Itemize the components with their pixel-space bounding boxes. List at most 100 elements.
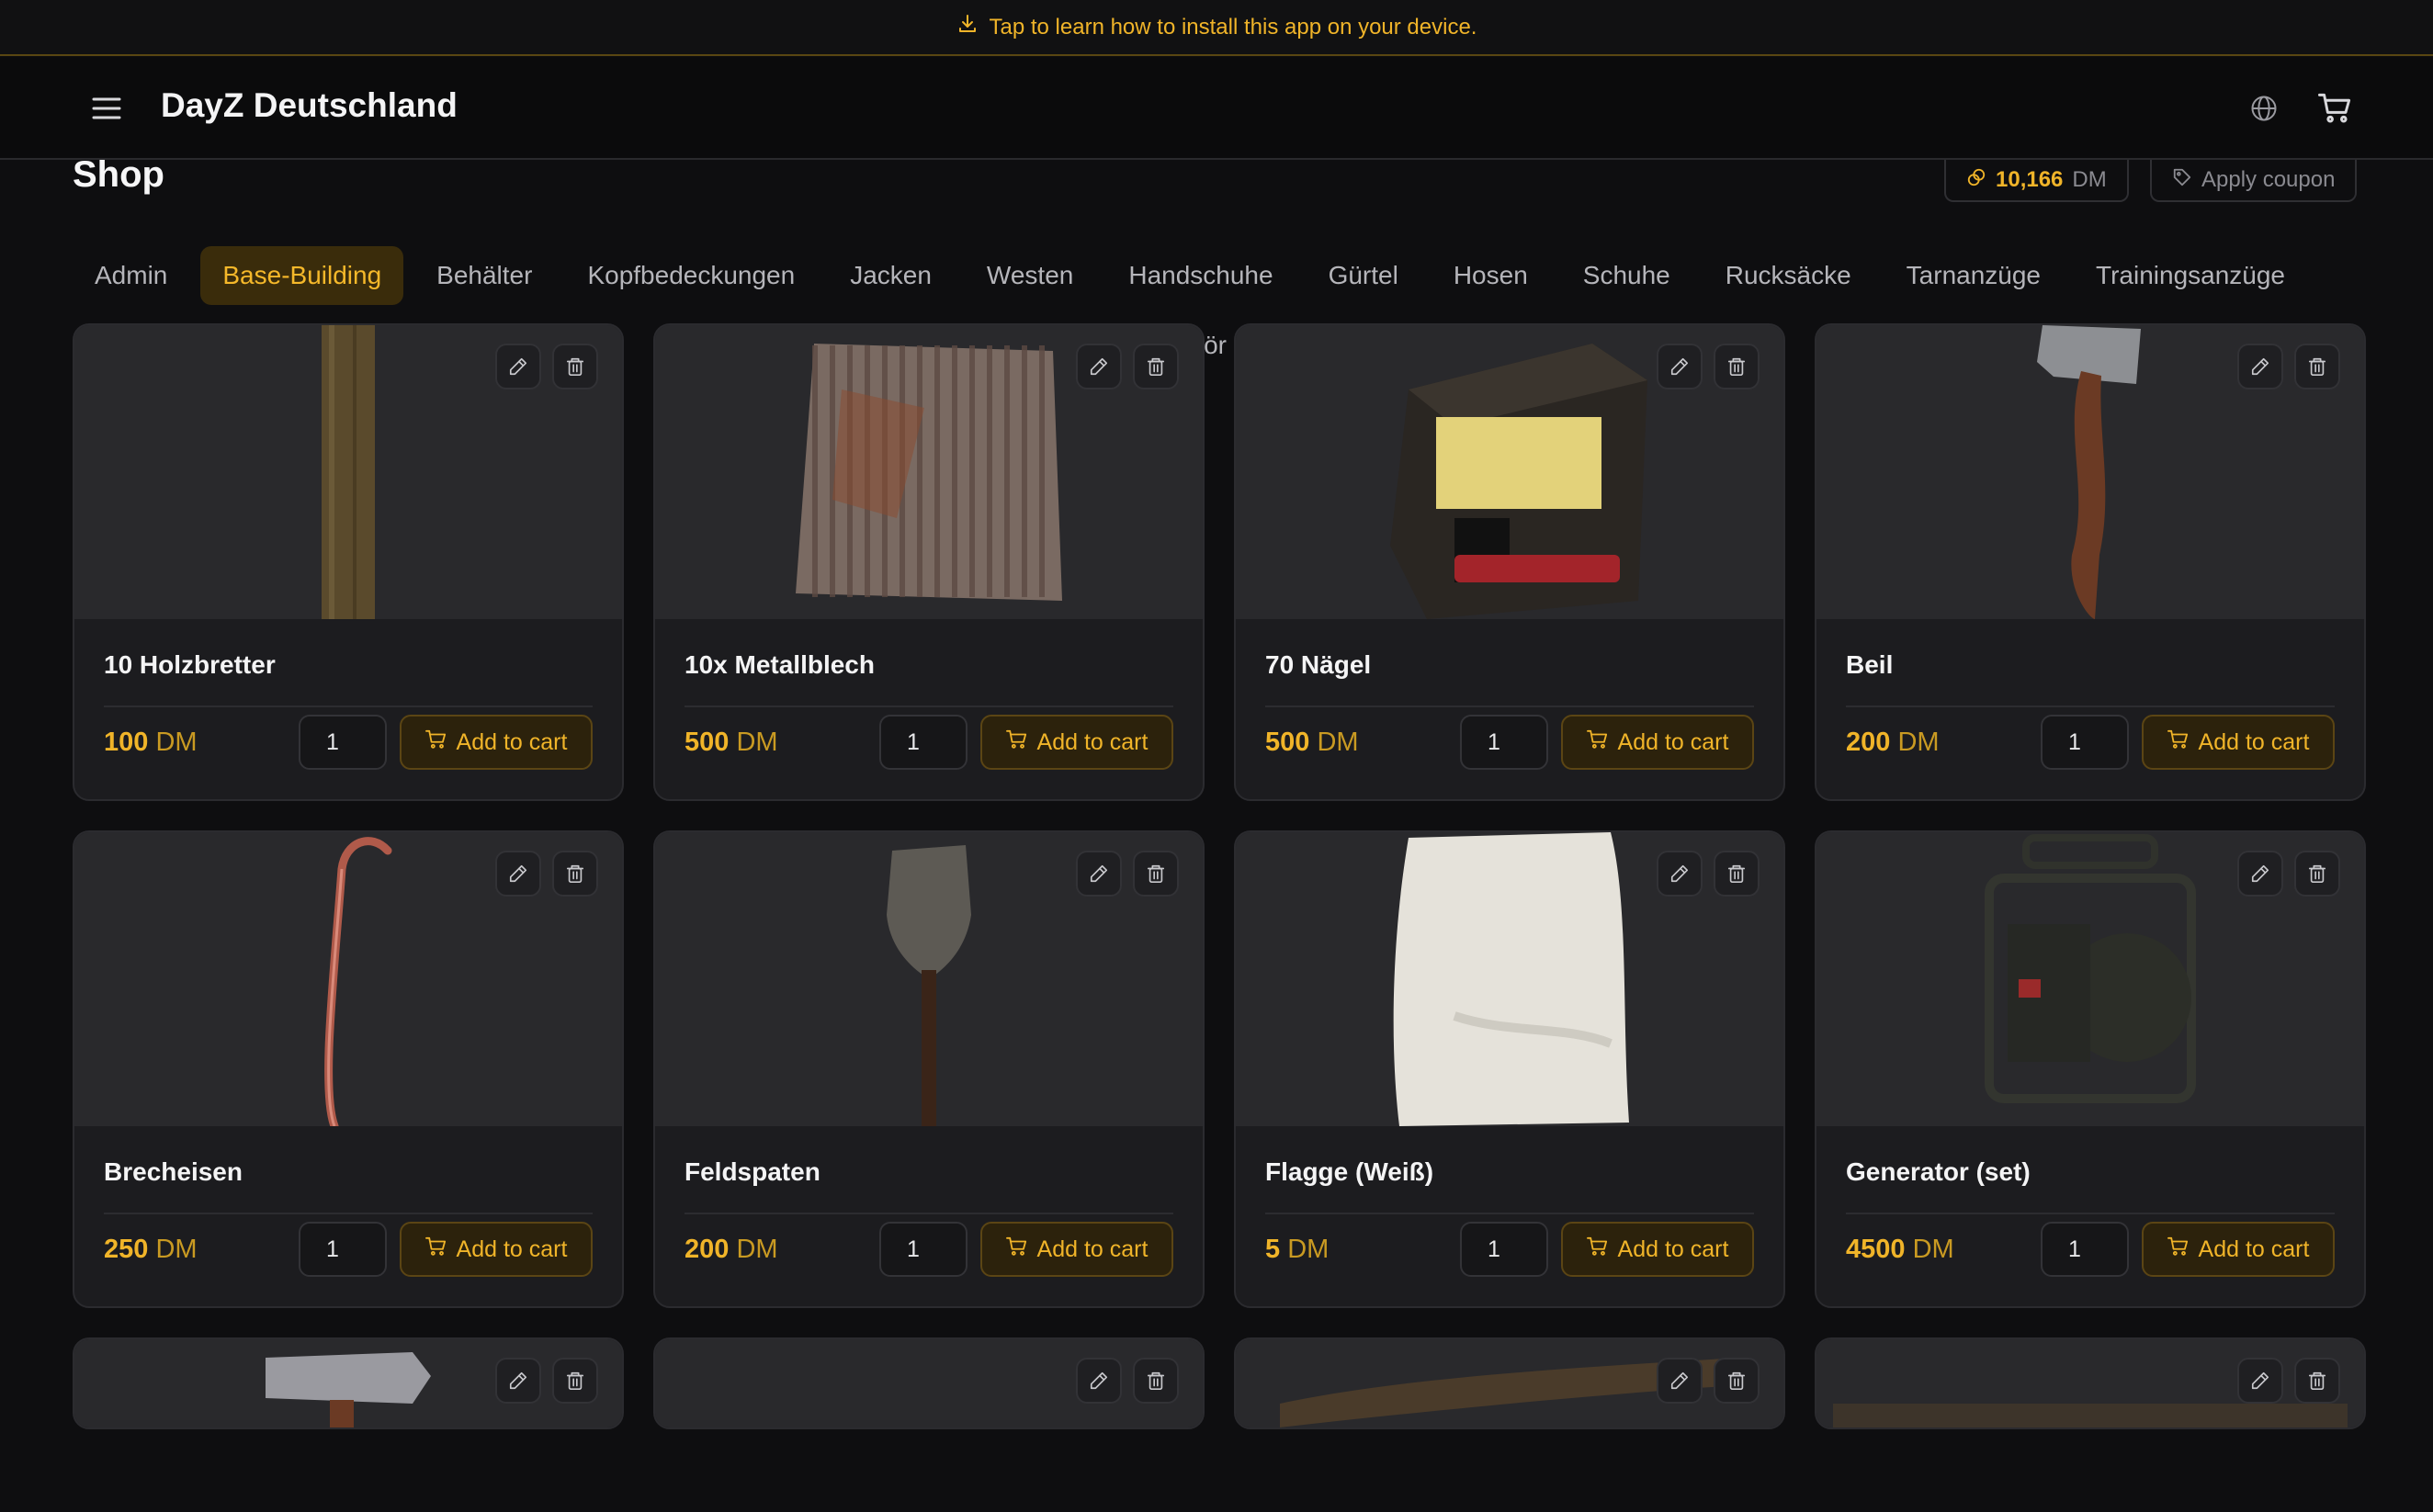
edit-icon[interactable] (1076, 1358, 1122, 1404)
add-to-cart-button[interactable]: Add to cart (2142, 715, 2335, 770)
card-actions (495, 851, 598, 897)
delete-icon[interactable] (1714, 1358, 1760, 1404)
price-currency: DM (736, 1235, 778, 1264)
add-to-cart-label: Add to cart (1617, 728, 1729, 755)
quantity-input[interactable] (1460, 1222, 1548, 1277)
edit-icon[interactable] (2237, 344, 2283, 389)
add-to-cart-label: Add to cart (1036, 728, 1149, 755)
price-currency: DM (736, 728, 778, 757)
card-divider (104, 1213, 593, 1214)
edit-icon[interactable] (1076, 344, 1122, 389)
product-name: 10x Metallblech (685, 650, 875, 679)
brand-title[interactable]: DayZ Deutschland (161, 86, 458, 125)
price-currency: DM (155, 1235, 198, 1264)
product-card (1815, 1337, 2366, 1429)
add-to-cart-button[interactable]: Add to cart (1561, 1222, 1754, 1277)
delete-icon[interactable] (1133, 344, 1179, 389)
delete-icon[interactable] (2294, 1358, 2340, 1404)
cart-icon (424, 1236, 447, 1263)
card-actions (1657, 1358, 1760, 1404)
edit-icon[interactable] (1076, 851, 1122, 897)
edit-icon[interactable] (2237, 851, 2283, 897)
download-icon (956, 13, 979, 41)
add-to-cart-label: Add to cart (2198, 1236, 2310, 1262)
add-to-cart-label: Add to cart (2198, 728, 2310, 755)
tab-kopfbedeckungen[interactable]: Kopfbedeckungen (565, 246, 817, 305)
product-card: Feldspaten 200 DM Add to cart (653, 830, 1205, 1308)
main-content: Shop 10,166 DM Apply coupon Admin Base-Bu… (0, 154, 2433, 1512)
price-value: 5 (1265, 1235, 1281, 1264)
delete-icon[interactable] (1133, 851, 1179, 897)
product-price: 500 DM (685, 728, 778, 758)
add-to-cart-button[interactable]: Add to cart (1561, 715, 1754, 770)
balance-badge[interactable]: 10,166 DM (1944, 160, 2129, 202)
edit-icon[interactable] (1657, 1358, 1703, 1404)
quantity-input[interactable] (2041, 1222, 2129, 1277)
cart-icon (1005, 1236, 1028, 1263)
cart-icon (2167, 729, 2190, 756)
card-divider (1846, 1213, 2335, 1214)
delete-icon[interactable] (552, 851, 598, 897)
apply-coupon-button[interactable]: Apply coupon (2150, 160, 2358, 202)
add-to-cart-button[interactable]: Add to cart (400, 715, 593, 770)
delete-icon[interactable] (2294, 344, 2340, 389)
tab-westen[interactable]: Westen (965, 246, 1095, 305)
card-divider (685, 705, 1173, 707)
price-value: 200 (1846, 728, 1891, 757)
product-price: 200 DM (685, 1235, 778, 1265)
quantity-input[interactable] (2041, 715, 2129, 770)
delete-icon[interactable] (2294, 851, 2340, 897)
add-to-cart-label: Add to cart (1617, 1236, 1729, 1262)
quantity-input[interactable] (879, 715, 968, 770)
add-to-cart-button[interactable]: Add to cart (400, 1222, 593, 1277)
add-to-cart-label: Add to cart (456, 728, 568, 755)
cart-icon (1586, 729, 1609, 756)
tab-rucksäcke[interactable]: Rucksäcke (1703, 246, 1873, 305)
delete-icon[interactable] (552, 344, 598, 389)
quantity-input[interactable] (299, 1222, 387, 1277)
tab-admin[interactable]: Admin (73, 246, 189, 305)
product-name: 70 Nägel (1265, 650, 1372, 679)
price-value: 500 (685, 728, 730, 757)
product-card: 70 Nägel 500 DM Add to cart (1234, 323, 1785, 801)
app-header: DayZ Deutschland (0, 57, 2433, 160)
delete-icon[interactable] (1133, 1358, 1179, 1404)
cart-icon[interactable] (2314, 86, 2358, 130)
tab-trainingsanzüge[interactable]: Trainingsanzüge (2074, 246, 2307, 305)
price-value: 100 (104, 728, 149, 757)
tab-handschuhe[interactable]: Handschuhe (1106, 246, 1295, 305)
edit-icon[interactable] (1657, 851, 1703, 897)
quantity-input[interactable] (879, 1222, 968, 1277)
add-to-cart-button[interactable]: Add to cart (2142, 1222, 2335, 1277)
card-actions (2237, 1358, 2340, 1404)
tab-hosen[interactable]: Hosen (1432, 246, 1550, 305)
edit-icon[interactable] (495, 344, 541, 389)
price-value: 500 (1265, 728, 1310, 757)
tab-behälter[interactable]: Behälter (414, 246, 554, 305)
install-banner[interactable]: Tap to learn how to install this app on … (0, 0, 2433, 56)
card-actions (2237, 851, 2340, 897)
tab-gürtel[interactable]: Gürtel (1307, 246, 1420, 305)
add-to-cart-button[interactable]: Add to cart (980, 1222, 1173, 1277)
tab-jacken[interactable]: Jacken (828, 246, 954, 305)
edit-icon[interactable] (495, 851, 541, 897)
tab-tarnanzüge[interactable]: Tarnanzüge (1884, 246, 2063, 305)
edit-icon[interactable] (1657, 344, 1703, 389)
delete-icon[interactable] (552, 1358, 598, 1404)
tab-schuhe[interactable]: Schuhe (1561, 246, 1692, 305)
edit-icon[interactable] (2237, 1358, 2283, 1404)
install-banner-text: Tap to learn how to install this app on … (989, 14, 1477, 39)
add-to-cart-button[interactable]: Add to cart (980, 715, 1173, 770)
globe-icon[interactable] (2246, 90, 2282, 127)
card-divider (685, 1213, 1173, 1214)
price-value: 200 (685, 1235, 730, 1264)
tab-base-building[interactable]: Base-Building (200, 246, 404, 305)
delete-icon[interactable] (1714, 344, 1760, 389)
delete-icon[interactable] (1714, 851, 1760, 897)
price-currency: DM (1897, 728, 1940, 757)
balance-amount: 10,166 (1996, 167, 2064, 192)
quantity-input[interactable] (299, 715, 387, 770)
menu-icon[interactable] (88, 90, 125, 127)
quantity-input[interactable] (1460, 715, 1548, 770)
edit-icon[interactable] (495, 1358, 541, 1404)
